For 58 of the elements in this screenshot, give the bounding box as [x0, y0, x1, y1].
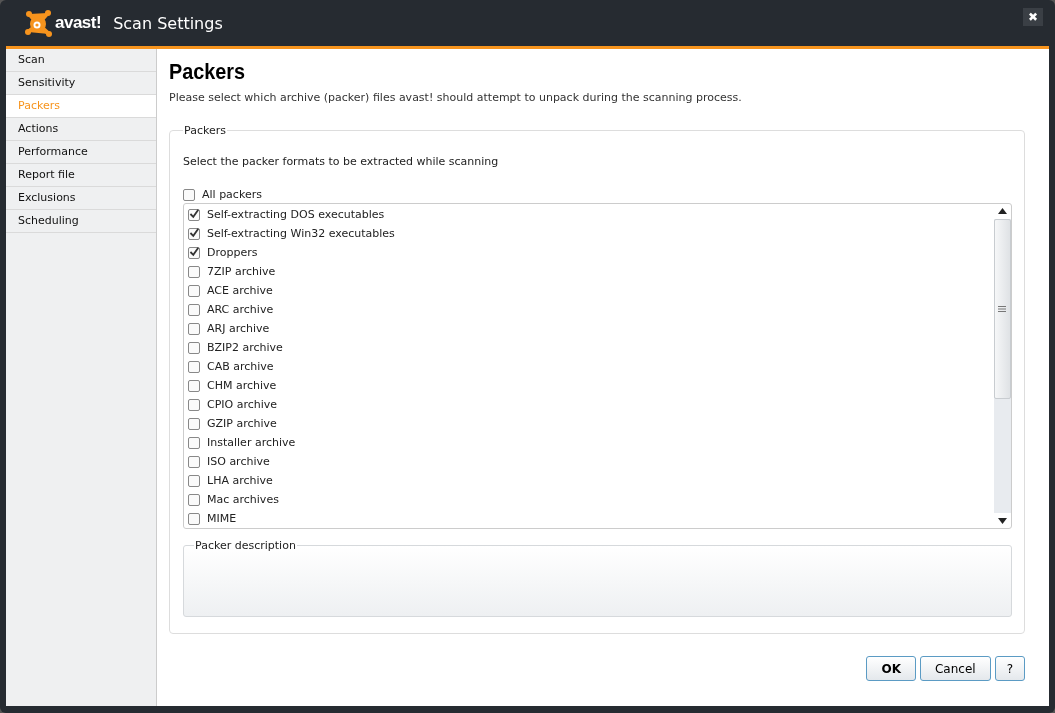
checkbox[interactable]	[188, 284, 200, 297]
checkbox-label: All packers	[202, 188, 262, 201]
checkbox[interactable]	[188, 474, 200, 487]
checkbox-label: Installer archive	[207, 436, 296, 449]
checkbox[interactable]	[188, 360, 200, 373]
ok-button[interactable]: OK	[866, 656, 916, 681]
splash-logo-icon	[24, 8, 54, 38]
checkbox[interactable]	[188, 246, 200, 259]
checkbox-label: 7ZIP archive	[207, 265, 276, 278]
checkbox[interactable]	[188, 398, 200, 411]
checkbox-label: CHM archive	[207, 379, 277, 392]
scroll-up-icon[interactable]	[997, 208, 1007, 214]
checkbox[interactable]	[188, 227, 200, 240]
checkbox[interactable]	[188, 341, 200, 354]
sidebar-item[interactable]: Report file	[6, 164, 156, 187]
checkbox-label: LHA archive	[207, 474, 273, 487]
page-heading: Packers	[169, 59, 246, 85]
checkbox-label: ARC archive	[207, 303, 274, 316]
checkbox[interactable]	[188, 493, 200, 506]
checkbox[interactable]	[188, 417, 200, 430]
sidebar-item[interactable]: Actions	[6, 118, 156, 141]
checkbox-label: Mac archives	[207, 493, 279, 506]
sidebar-item[interactable]: Scan	[6, 49, 156, 72]
checkbox-label: Droppers	[207, 246, 258, 259]
checkbox[interactable]	[188, 455, 200, 468]
checkbox[interactable]	[188, 436, 200, 449]
window-title: Scan Settings	[113, 13, 223, 33]
checkbox[interactable]	[188, 265, 200, 278]
checkbox[interactable]	[188, 303, 200, 316]
checkbox-label: CPIO archive	[207, 398, 278, 411]
checkbox-label: BZIP2 archive	[207, 341, 283, 354]
close-button[interactable]: ✖	[1023, 8, 1043, 26]
checkbox-label: GZIP archive	[207, 417, 277, 430]
cancel-button[interactable]: Cancel	[919, 656, 991, 681]
checkbox-label: Self-extracting Win32 executables	[207, 227, 395, 240]
checkbox[interactable]	[188, 322, 200, 335]
checkbox[interactable]	[183, 188, 195, 201]
help-button[interactable]: ?	[994, 656, 1025, 681]
sidebar-item[interactable]: Scheduling	[6, 210, 156, 233]
checkbox-label: ISO archive	[207, 455, 270, 468]
checkbox[interactable]	[188, 208, 200, 221]
checkbox-label: ACE archive	[207, 284, 273, 297]
sidebar-item[interactable]: Performance	[6, 141, 156, 164]
sidebar-item[interactable]: Exclusions	[6, 187, 156, 210]
scroll-thumb[interactable]	[993, 219, 1011, 399]
page-description: Please select which archive (packer) files avast! should attempt to unpack during the scanning process.	[169, 91, 743, 104]
scroll-down-icon[interactable]	[997, 518, 1007, 524]
logo-text: avast!	[55, 13, 102, 33]
checkbox-label: ARJ archive	[207, 322, 270, 335]
description-legend: Packer description	[194, 539, 297, 552]
group-legend: Packers	[183, 124, 227, 137]
checkbox[interactable]	[188, 512, 200, 525]
checkbox-label: MIME	[207, 512, 237, 525]
checkbox[interactable]	[188, 379, 200, 392]
instruction-text: Select the packer formats to be extracted while scanning	[183, 155, 500, 168]
checkbox-label: Self-extracting DOS executables	[207, 208, 385, 221]
grip-icon	[998, 306, 1006, 312]
checkbox-label: CAB archive	[207, 360, 274, 373]
